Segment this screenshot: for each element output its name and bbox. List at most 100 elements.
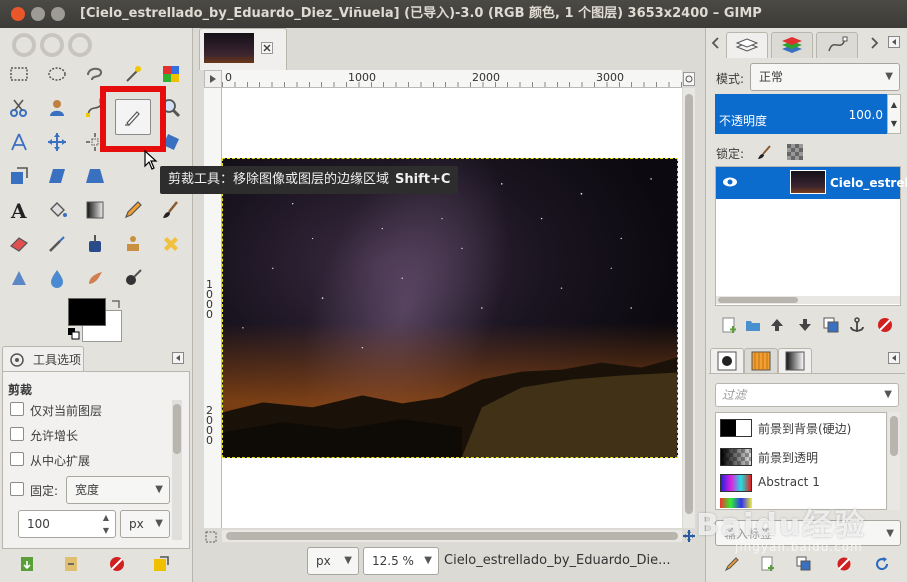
gradient-item[interactable]: 前景到背景(硬边) (716, 416, 886, 440)
scissors-select-icon[interactable] (5, 94, 33, 122)
gradients-scrollbar[interactable] (888, 412, 900, 510)
maximize-window-button[interactable] (51, 7, 65, 21)
fixed-mode-select[interactable]: 宽度 ▼ (66, 476, 170, 504)
duplicate-layer-icon[interactable] (822, 316, 840, 334)
layers-scrollbar[interactable] (716, 296, 900, 304)
paintbrush-icon[interactable] (157, 196, 185, 224)
fixed-checkbox[interactable] (10, 482, 24, 496)
tab-patterns[interactable] (744, 348, 778, 374)
current-layer-only-checkbox[interactable] (10, 402, 24, 416)
blur-icon[interactable] (43, 264, 71, 292)
horizontal-scrollbar[interactable] (222, 530, 682, 542)
raise-layer-icon[interactable] (768, 316, 786, 334)
spin-arrows-icon[interactable]: ▲ ▼ (103, 511, 109, 537)
delete-gradient-icon[interactable] (836, 556, 852, 572)
lock-alpha-icon[interactable] (786, 143, 804, 161)
airbrush-icon[interactable] (43, 230, 71, 258)
clone-icon[interactable] (119, 230, 147, 258)
scale-icon[interactable] (5, 162, 33, 190)
move-icon[interactable] (43, 128, 71, 156)
restore-options-icon[interactable] (62, 555, 80, 573)
zoom-select[interactable]: 12.5 % ▼ (363, 547, 439, 575)
horizontal-ruler[interactable]: 0 1000 2000 3000 (222, 70, 682, 88)
gradient-swatch (720, 474, 752, 492)
select-by-color-icon[interactable] (157, 60, 185, 88)
close-window-button[interactable] (11, 7, 25, 21)
gradient-swatch (720, 419, 752, 437)
bucket-fill-icon[interactable] (43, 196, 71, 224)
minimize-window-button[interactable] (31, 7, 45, 21)
refresh-gradients-icon[interactable] (874, 556, 890, 572)
new-layer-icon[interactable] (720, 316, 738, 334)
reset-options-icon[interactable] (152, 555, 170, 573)
layer-name: Cielo_estrel (830, 176, 907, 190)
edit-gradient-icon[interactable] (724, 556, 740, 572)
tab-gradients[interactable] (778, 348, 812, 374)
anchor-layer-icon[interactable] (848, 316, 866, 334)
gradient-item[interactable]: Abstract 1 (716, 471, 886, 495)
close-icon[interactable] (261, 42, 273, 54)
fuzzy-select-icon[interactable] (119, 60, 147, 88)
new-layer-group-icon[interactable] (744, 316, 762, 334)
lower-layer-icon[interactable] (796, 316, 814, 334)
panel-menu-icon[interactable] (888, 352, 900, 364)
tab-channels[interactable] (771, 32, 813, 58)
shear-icon[interactable] (43, 162, 71, 190)
allow-growing-checkbox[interactable] (10, 427, 24, 441)
chevron-down-icon[interactable]: ▼ (884, 384, 892, 406)
gradient-filter-input[interactable]: 过滤 ▼ (715, 383, 899, 407)
size-input[interactable]: 100 ▲ ▼ (18, 510, 116, 538)
tab-brushes[interactable] (710, 348, 744, 374)
quick-mask-corner[interactable] (204, 70, 222, 88)
tool-options-scrollbar[interactable] (172, 400, 182, 540)
eraser-icon[interactable] (5, 230, 33, 258)
rect-select-icon[interactable] (5, 60, 33, 88)
heal-icon[interactable] (157, 230, 185, 258)
swap-colors-icon[interactable] (110, 298, 122, 310)
vertical-ruler[interactable]: 1000 2000 (204, 88, 222, 528)
perspective-clone-icon[interactable] (5, 264, 33, 292)
paths-icon (828, 36, 848, 52)
navigate-icon[interactable] (682, 529, 696, 543)
opacity-slider[interactable]: 不透明度 100.0 (715, 94, 887, 134)
free-select-icon[interactable] (81, 60, 109, 88)
foreground-color-swatch[interactable] (68, 298, 106, 326)
duplicate-gradient-icon[interactable] (796, 556, 812, 572)
text-icon[interactable]: A (5, 196, 33, 224)
delete-layer-icon[interactable] (876, 316, 894, 334)
zoom-lock-icon[interactable] (683, 72, 695, 86)
measure-icon[interactable] (5, 128, 33, 156)
tab-layers[interactable] (726, 32, 768, 58)
unit-select[interactable]: px ▼ (120, 510, 170, 538)
image-canvas[interactable] (222, 158, 678, 458)
dodge-burn-icon[interactable] (119, 264, 147, 292)
opacity-spin-arrows[interactable]: ▲ ▼ (887, 94, 901, 134)
save-options-icon[interactable] (18, 555, 36, 573)
lock-pixels-icon[interactable] (756, 143, 774, 161)
expand-from-center-checkbox[interactable] (10, 452, 24, 466)
ellipse-select-icon[interactable] (43, 60, 71, 88)
new-gradient-icon[interactable] (760, 556, 776, 572)
pencil-icon[interactable] (119, 196, 147, 224)
foreground-select-icon[interactable] (43, 94, 71, 122)
chevron-left-icon[interactable] (710, 36, 722, 50)
default-colors-icon[interactable] (68, 328, 80, 340)
eye-icon[interactable] (722, 176, 738, 188)
tab-paths[interactable] (816, 32, 858, 58)
chevron-down-icon: ▼ (155, 484, 163, 495)
allow-growing-label: 允许增长 (30, 429, 79, 443)
blend-icon[interactable] (81, 196, 109, 224)
chevron-right-icon[interactable] (868, 36, 880, 50)
delete-options-icon[interactable] (108, 555, 126, 573)
filter-placeholder: 过滤 (722, 388, 747, 402)
mode-select[interactable]: 正常 ▼ (750, 63, 900, 91)
panel-menu-icon[interactable] (888, 36, 900, 48)
smudge-icon[interactable] (81, 264, 109, 292)
status-unit-select[interactable]: px ▼ (307, 547, 359, 575)
panel-menu-icon[interactable] (172, 352, 184, 364)
mode-value: 正常 (759, 70, 784, 84)
gradient-item[interactable]: 前景到透明 (716, 445, 886, 469)
ink-icon[interactable] (81, 230, 109, 258)
perspective-icon[interactable] (81, 162, 109, 190)
vertical-scrollbar[interactable] (683, 88, 695, 528)
